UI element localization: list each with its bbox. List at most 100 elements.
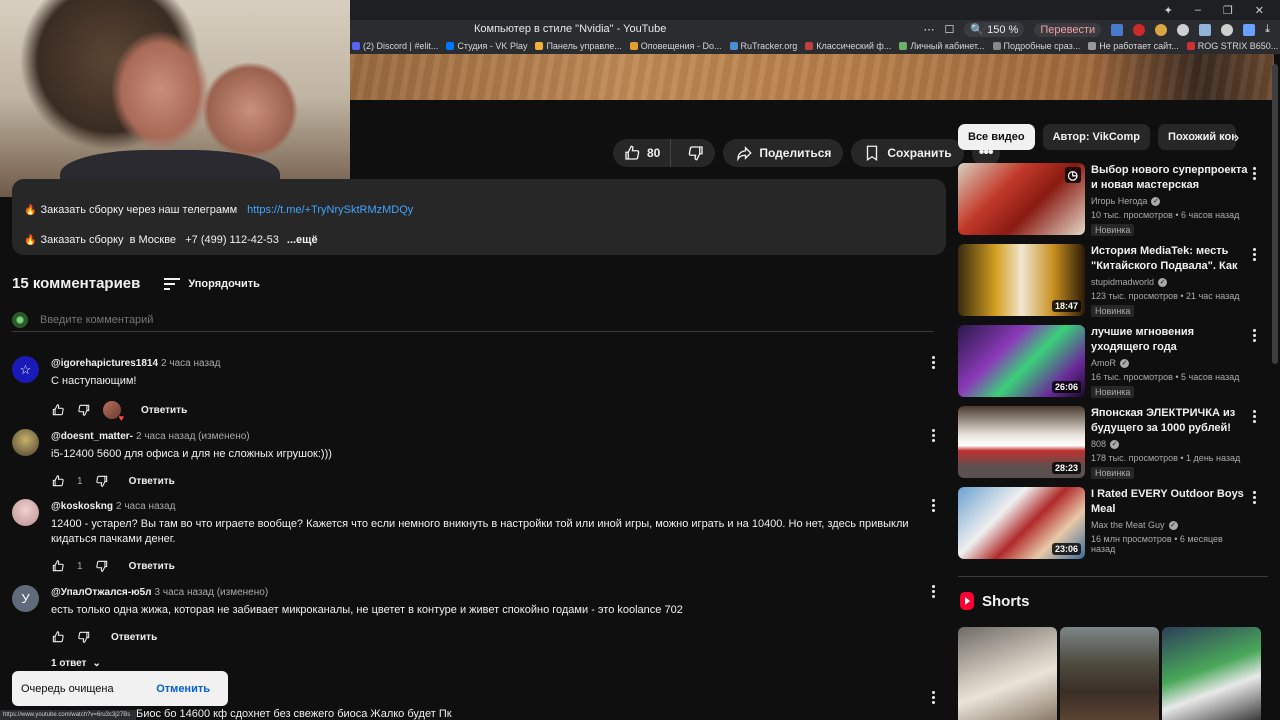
comment-author[interactable]: @koskoskng xyxy=(51,501,113,512)
zoom-level[interactable]: 🔍 150 % xyxy=(964,22,1025,37)
comment-time[interactable]: 2 часа назад (изменено) xyxy=(136,431,250,442)
extension-icon[interactable] xyxy=(1177,23,1190,36)
profile-icon[interactable] xyxy=(1221,23,1234,36)
more-icon[interactable]: ⋯ xyxy=(924,23,935,36)
chip-author[interactable]: Автор: VikComp xyxy=(1042,124,1151,150)
restore-icon[interactable]: ❐ xyxy=(1223,4,1233,17)
video-thumbnail[interactable]: 18:47 xyxy=(958,244,1085,316)
comment-author[interactable]: @УпалОтжался-ю5л xyxy=(51,587,152,598)
thumbs-up-icon[interactable] xyxy=(51,630,65,644)
thumbs-down-icon[interactable] xyxy=(95,474,109,488)
channel-name[interactable]: 808 xyxy=(1091,439,1106,449)
thumbs-up-icon[interactable] xyxy=(51,474,65,488)
video-menu-icon[interactable] xyxy=(1253,167,1256,180)
avatar[interactable] xyxy=(12,429,39,456)
extension-icon[interactable] xyxy=(1155,23,1168,36)
extension-icon[interactable] xyxy=(1243,23,1256,36)
extension-icon[interactable] xyxy=(1199,23,1212,36)
adblock-icon[interactable] xyxy=(1133,23,1146,36)
recommended-video[interactable]: 23:06 I Rated EVERY Outdoor Boys Meal Max … xyxy=(958,487,1268,559)
avatar[interactable] xyxy=(12,499,39,526)
comment-menu-icon[interactable] xyxy=(930,499,936,512)
thumbs-up-icon[interactable] xyxy=(51,559,65,573)
avatar[interactable]: ☆ xyxy=(12,356,39,383)
video-thumbnail[interactable]: 28:23 xyxy=(958,406,1085,478)
bookmark-item[interactable]: Оповещения - Do... xyxy=(629,41,722,51)
video-title[interactable]: лучшие мгновения уходящего года xyxy=(1091,325,1249,355)
video-thumbnail[interactable]: ◷ xyxy=(958,163,1085,235)
like-button[interactable]: 80 xyxy=(613,139,672,167)
short-thumbnail[interactable] xyxy=(1060,627,1159,720)
bookmark-item[interactable]: Личный кабинет... xyxy=(899,41,985,51)
video-title[interactable]: I Rated EVERY Outdoor Boys Meal xyxy=(1091,487,1249,517)
channel-name[interactable]: Max the Meat Guy xyxy=(1091,520,1165,530)
video-menu-icon[interactable] xyxy=(1253,329,1256,342)
bookmark-icon[interactable]: ☐ xyxy=(945,23,955,36)
comment-menu-icon[interactable] xyxy=(930,691,936,704)
thumbs-down-icon[interactable] xyxy=(77,403,91,417)
download-icon[interactable]: ⤓ xyxy=(1265,23,1270,36)
video-title[interactable]: Японская ЭЛЕКТРИЧКА из будущего за 1000 … xyxy=(1091,406,1249,436)
comment-input[interactable] xyxy=(40,313,934,326)
dislike-button[interactable] xyxy=(677,139,715,167)
translate-button[interactable]: Перевести xyxy=(1034,22,1102,37)
extension-icon[interactable] xyxy=(1111,23,1124,36)
bookmark-item[interactable]: RuTracker.org xyxy=(729,41,797,51)
thumbs-down-icon[interactable] xyxy=(95,559,109,573)
recommended-video[interactable]: 26:06 лучшие мгновения уходящего года AmoR… xyxy=(958,325,1268,398)
comment-author[interactable]: @igorehapictures1814 xyxy=(51,358,158,369)
bookmark-item[interactable]: ROG STRIX B650... xyxy=(1186,41,1278,51)
bookmark-item[interactable]: Классический ф... xyxy=(805,41,891,51)
chip-related[interactable]: Похожий конте xyxy=(1158,124,1237,150)
video-menu-icon[interactable] xyxy=(1253,491,1256,504)
scrollbar[interactable] xyxy=(1272,64,1278,364)
telegram-link[interactable]: https://t.me/+TryNrySktRMzMDQy xyxy=(247,204,413,216)
recommended-video[interactable]: 28:23 Японская ЭЛЕКТРИЧКА из будущего за … xyxy=(958,406,1268,479)
video-thumbnail[interactable]: 23:06 xyxy=(958,487,1085,559)
share-button[interactable]: Поделиться xyxy=(723,139,844,167)
save-button[interactable]: Сохранить xyxy=(851,139,964,167)
bookmark-item[interactable]: Панель управле... xyxy=(535,41,622,51)
video-title[interactable]: История MediaTek: месть "Китайского Подв… xyxy=(1091,244,1249,274)
comment-menu-icon[interactable] xyxy=(930,356,936,369)
chevron-right-icon[interactable]: › xyxy=(1234,129,1239,147)
reply-button[interactable]: Ответить xyxy=(111,632,157,643)
comment-time[interactable]: 3 часа назад (изменено) xyxy=(155,587,269,598)
comment-menu-icon[interactable] xyxy=(930,429,936,442)
replies-toggle-button[interactable]: 1 ответ ⌄ xyxy=(51,658,101,669)
channel-name[interactable]: AmoR xyxy=(1091,358,1116,368)
short-thumbnail[interactable] xyxy=(1162,627,1261,720)
recommended-video[interactable]: 18:47 История MediaTek: месть "Китайского… xyxy=(958,244,1268,317)
undo-button[interactable]: Отменить xyxy=(156,683,210,695)
bookmark-item[interactable]: Подробные сраз... xyxy=(992,41,1080,51)
avatar[interactable]: У xyxy=(12,585,39,612)
thumbs-up-icon[interactable] xyxy=(51,403,65,417)
video-player[interactable] xyxy=(350,54,1274,100)
pin-icon[interactable]: ✦ xyxy=(1164,4,1173,17)
chip-all-videos[interactable]: Все видео xyxy=(958,124,1035,150)
watch-later-icon[interactable]: ◷ xyxy=(1064,167,1081,183)
thumbs-down-icon[interactable] xyxy=(77,630,91,644)
video-title[interactable]: Выбор нового суперпроекта и новая мастер… xyxy=(1091,163,1249,193)
reply-button[interactable]: Ответить xyxy=(141,405,187,416)
video-description[interactable]: 🔥 Заказать сборку через наш телеграмм ht… xyxy=(12,179,946,255)
reply-button[interactable]: Ответить xyxy=(129,561,175,572)
channel-name[interactable]: stupidmadworld xyxy=(1091,277,1154,287)
channel-name[interactable]: Игорь Негода xyxy=(1091,196,1147,206)
bookmark-item[interactable]: Студия - VK Play xyxy=(446,41,527,51)
comment-author[interactable]: @doesnt_matter- xyxy=(51,431,133,442)
video-menu-icon[interactable] xyxy=(1253,248,1256,261)
video-thumbnail[interactable]: 26:06 xyxy=(958,325,1085,397)
show-more-button[interactable]: ...ещё xyxy=(287,234,318,246)
close-icon[interactable]: ✕ xyxy=(1255,4,1264,17)
bookmark-item[interactable]: Не работает сайт... xyxy=(1088,41,1179,51)
bookmark-item[interactable]: (2) Discord | #elit... xyxy=(352,41,438,51)
minimize-icon[interactable]: – xyxy=(1195,4,1201,16)
reply-button[interactable]: Ответить xyxy=(129,476,175,487)
short-thumbnail[interactable] xyxy=(958,627,1057,720)
comment-time[interactable]: 2 часа назад xyxy=(161,358,220,369)
video-menu-icon[interactable] xyxy=(1253,410,1256,423)
recommended-video[interactable]: ◷ Выбор нового суперпроекта и новая масте… xyxy=(958,163,1268,236)
comment-time[interactable]: 2 часа назад xyxy=(116,501,175,512)
sort-button[interactable]: Упорядочить xyxy=(164,277,260,290)
